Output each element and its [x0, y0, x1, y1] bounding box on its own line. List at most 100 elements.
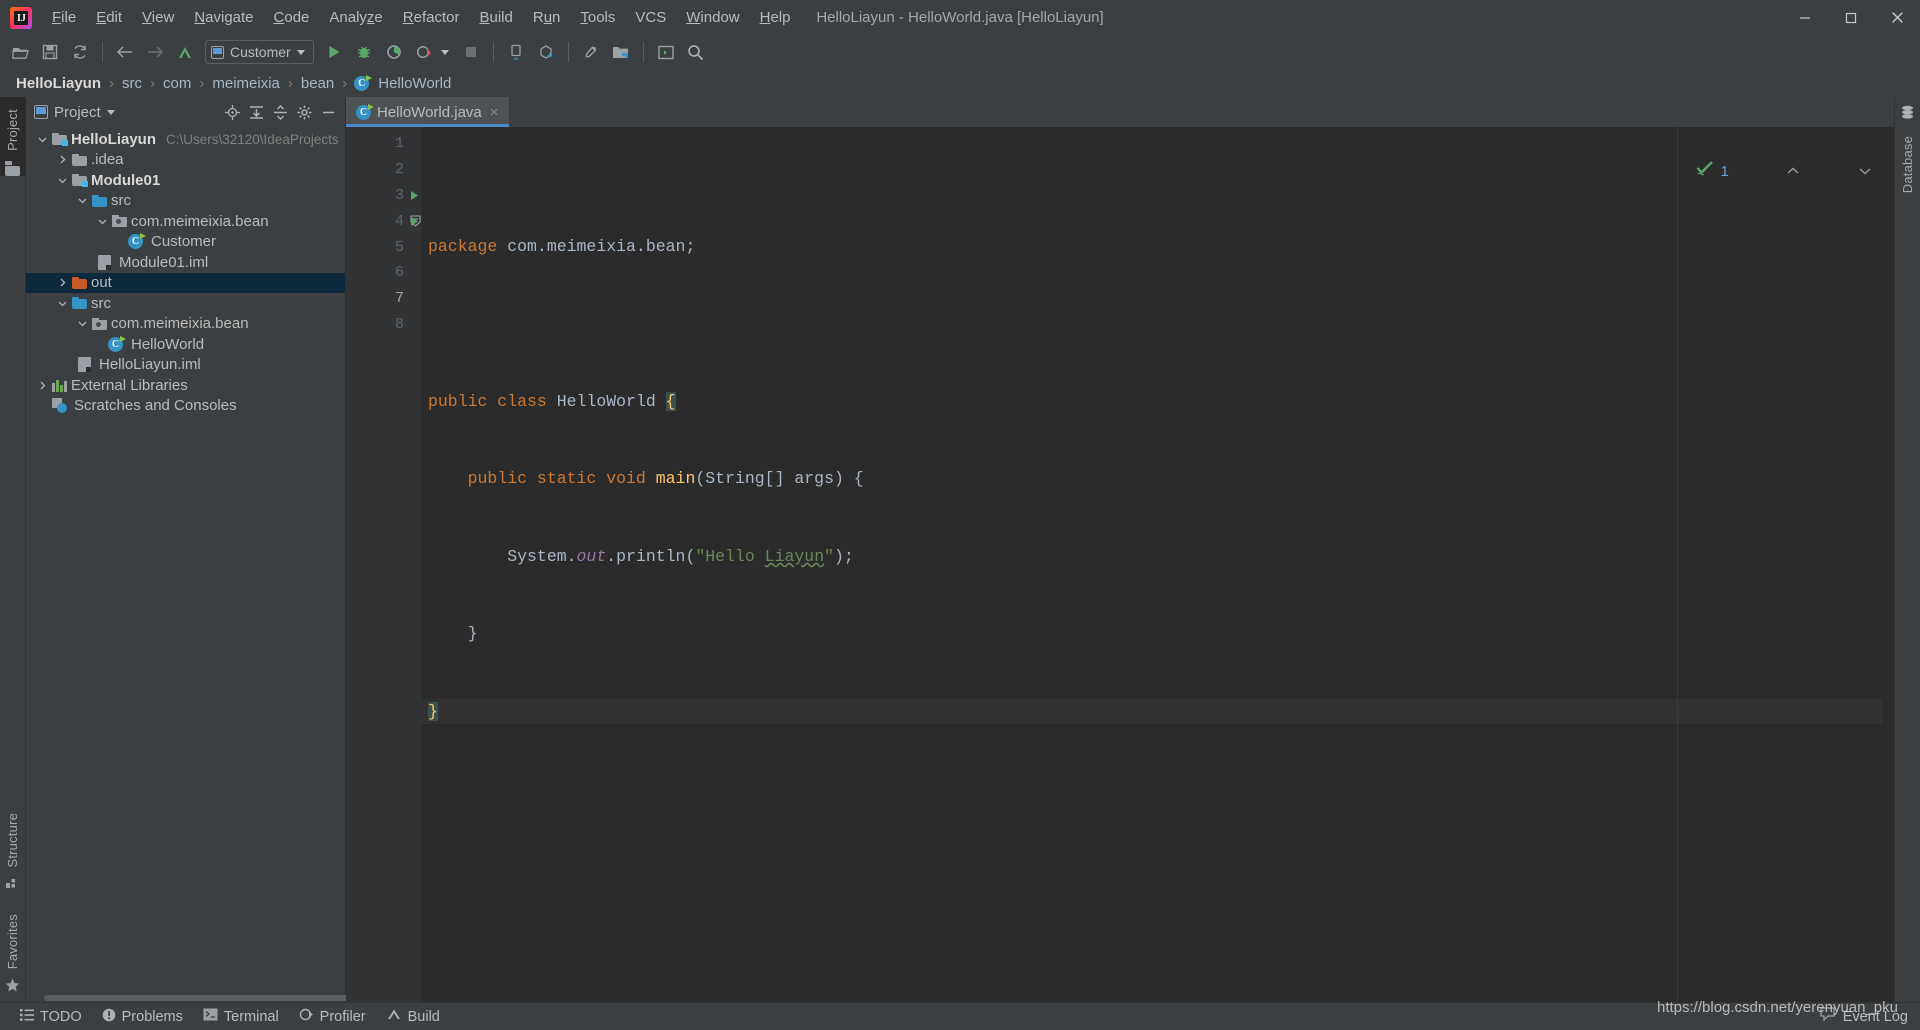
chevron-down-icon[interactable] [56, 297, 68, 309]
tree-item-helloliayun-iml[interactable]: HelloLiayun.iml [26, 355, 345, 376]
profile-chevron-down-icon[interactable] [441, 50, 449, 55]
close-button[interactable] [1874, 0, 1920, 35]
run-method-gutter-icon[interactable] [408, 216, 420, 227]
project-view-chevron-down-icon[interactable] [107, 110, 115, 115]
locate-icon[interactable] [221, 101, 243, 123]
menu-code[interactable]: Code [264, 5, 320, 30]
tree-item-customer[interactable]: C Customer [26, 232, 345, 253]
menu-tools[interactable]: Tools [570, 5, 625, 30]
project-tree[interactable]: HelloLiayun C:\Users\32120\IdeaProjects\… [26, 127, 345, 993]
tree-item-module01-src[interactable]: src [26, 191, 345, 212]
inspection-widget[interactable]: 1 [1641, 133, 1872, 210]
menu-vcs[interactable]: VCS [625, 5, 676, 30]
tree-item-helloworld[interactable]: C HelloWorld [26, 334, 345, 355]
menu-window[interactable]: Window [676, 5, 749, 30]
editor-vertical-scrollbar[interactable] [1882, 127, 1894, 1002]
hide-panel-icon[interactable] [317, 101, 339, 123]
editor-gutter[interactable]: 1 2 3 4 5 6 7 8 [346, 127, 408, 1002]
debug-icon[interactable] [350, 39, 378, 65]
tree-item-out[interactable]: out [26, 273, 345, 294]
chevron-down-icon[interactable] [36, 133, 48, 145]
project-structure-icon[interactable] [607, 39, 635, 65]
search-everywhere-icon[interactable] [682, 39, 710, 65]
previous-highlight-icon[interactable] [1736, 133, 1801, 210]
menu-build[interactable]: Build [469, 5, 522, 30]
breadcrumb-item-2[interactable]: com [159, 74, 195, 93]
menu-navigate[interactable]: Navigate [184, 5, 263, 30]
chevron-right-icon[interactable] [36, 379, 48, 391]
status-item-event-log[interactable]: Event Log [1841, 1006, 1910, 1028]
chevron-right-icon[interactable] [56, 154, 68, 166]
run-icon[interactable] [320, 39, 348, 65]
java-class-icon: C [108, 337, 123, 352]
tree-item-src-package[interactable]: com.meimeixia.bean [26, 314, 345, 335]
menu-file[interactable]: File [42, 5, 86, 30]
menu-run[interactable]: Run [523, 5, 571, 30]
tree-item-module01-iml[interactable]: Module01.iml [26, 252, 345, 273]
menu-refactor[interactable]: Refactor [393, 5, 470, 30]
keyword-public-static-void: public static void [468, 469, 656, 488]
collapse-all-icon[interactable] [269, 101, 291, 123]
install-icon[interactable] [532, 39, 560, 65]
build-project-icon[interactable] [171, 39, 199, 65]
terminal-icon[interactable] [652, 39, 680, 65]
breadcrumb-item-1[interactable]: src [118, 74, 146, 93]
run-with-coverage-icon[interactable] [380, 39, 408, 65]
status-item-terminal[interactable]: Terminal [193, 1005, 289, 1028]
code-text[interactable]: package com.meimeixia.bean; public class… [422, 127, 1882, 1002]
save-all-icon[interactable] [36, 39, 64, 65]
run-class-gutter-icon[interactable] [408, 190, 420, 201]
breadcrumb-item-4[interactable]: bean [297, 74, 338, 93]
profile-icon[interactable] [410, 39, 438, 65]
tree-label: .idea [91, 151, 124, 168]
run-configuration-selector[interactable]: Customer [205, 40, 314, 64]
menu-help[interactable]: Help [750, 5, 801, 30]
tree-item-helloliayun[interactable]: HelloLiayun C:\Users\32120\IdeaProjects\… [26, 129, 345, 150]
tree-item-scratches-and-consoles[interactable]: Scratches and Consoles [26, 396, 345, 417]
open-project-icon[interactable] [6, 39, 34, 65]
gear-icon[interactable] [293, 101, 315, 123]
status-item-problems[interactable]: Problems [92, 1005, 193, 1029]
rail-item-favorites[interactable]: Favorites [5, 908, 20, 975]
back-icon[interactable] [111, 39, 139, 65]
rail-item-database[interactable]: Database [1900, 130, 1915, 199]
status-item-profiler[interactable]: Profiler [289, 1004, 376, 1029]
closing-brace-class: } [428, 702, 438, 721]
code-editor[interactable]: 1 2 3 4 5 6 7 8 [346, 127, 1894, 1002]
maximize-button[interactable] [1828, 0, 1874, 35]
expand-all-icon[interactable] [245, 101, 267, 123]
fold-line-8 [408, 312, 422, 338]
close-icon[interactable]: × [488, 104, 501, 121]
tree-item-src[interactable]: src [26, 293, 345, 314]
rail-item-structure[interactable]: Structure [5, 807, 20, 874]
menu-analyze[interactable]: Analyze [319, 5, 392, 30]
menu-view[interactable]: View [132, 5, 184, 30]
status-item-build[interactable]: Build [376, 1004, 450, 1029]
chevron-down-icon[interactable] [56, 174, 68, 186]
synchronize-icon[interactable] [66, 39, 94, 65]
tree-item-module01[interactable]: Module01 [26, 170, 345, 191]
breadcrumb-item-0[interactable]: HelloLiayun [12, 74, 105, 93]
breadcrumb-item-3[interactable]: meimeixia [208, 74, 284, 93]
rail-item-project[interactable]: Project [5, 103, 20, 157]
editor-tab-helloworld-java[interactable]: C HelloWorld.java × [346, 97, 509, 127]
tree-item-external-libraries[interactable]: External Libraries [26, 375, 345, 396]
project-tree-horizontal-scrollbar[interactable] [26, 993, 345, 1002]
chevron-down-icon[interactable] [76, 195, 88, 207]
minimize-button[interactable] [1782, 0, 1828, 35]
chevron-right-icon[interactable] [56, 277, 68, 289]
tree-item-module01-package[interactable]: com.meimeixia.bean [26, 211, 345, 232]
editor-fold-column[interactable] [408, 127, 422, 1002]
forward-icon[interactable] [141, 39, 169, 65]
problems-icon [102, 1008, 116, 1026]
breadcrumb-item-5[interactable]: HelloWorld [374, 74, 455, 93]
next-highlight-icon[interactable] [1807, 133, 1872, 210]
code-line-2 [422, 312, 1882, 338]
update-application-icon[interactable] [502, 39, 530, 65]
chevron-down-icon[interactable] [76, 318, 88, 330]
chevron-down-icon[interactable] [96, 215, 108, 227]
menu-edit[interactable]: Edit [86, 5, 132, 30]
tree-item-idea[interactable]: .idea [26, 150, 345, 171]
status-item-todo[interactable]: TODO [10, 1006, 92, 1028]
settings-icon[interactable] [577, 39, 605, 65]
